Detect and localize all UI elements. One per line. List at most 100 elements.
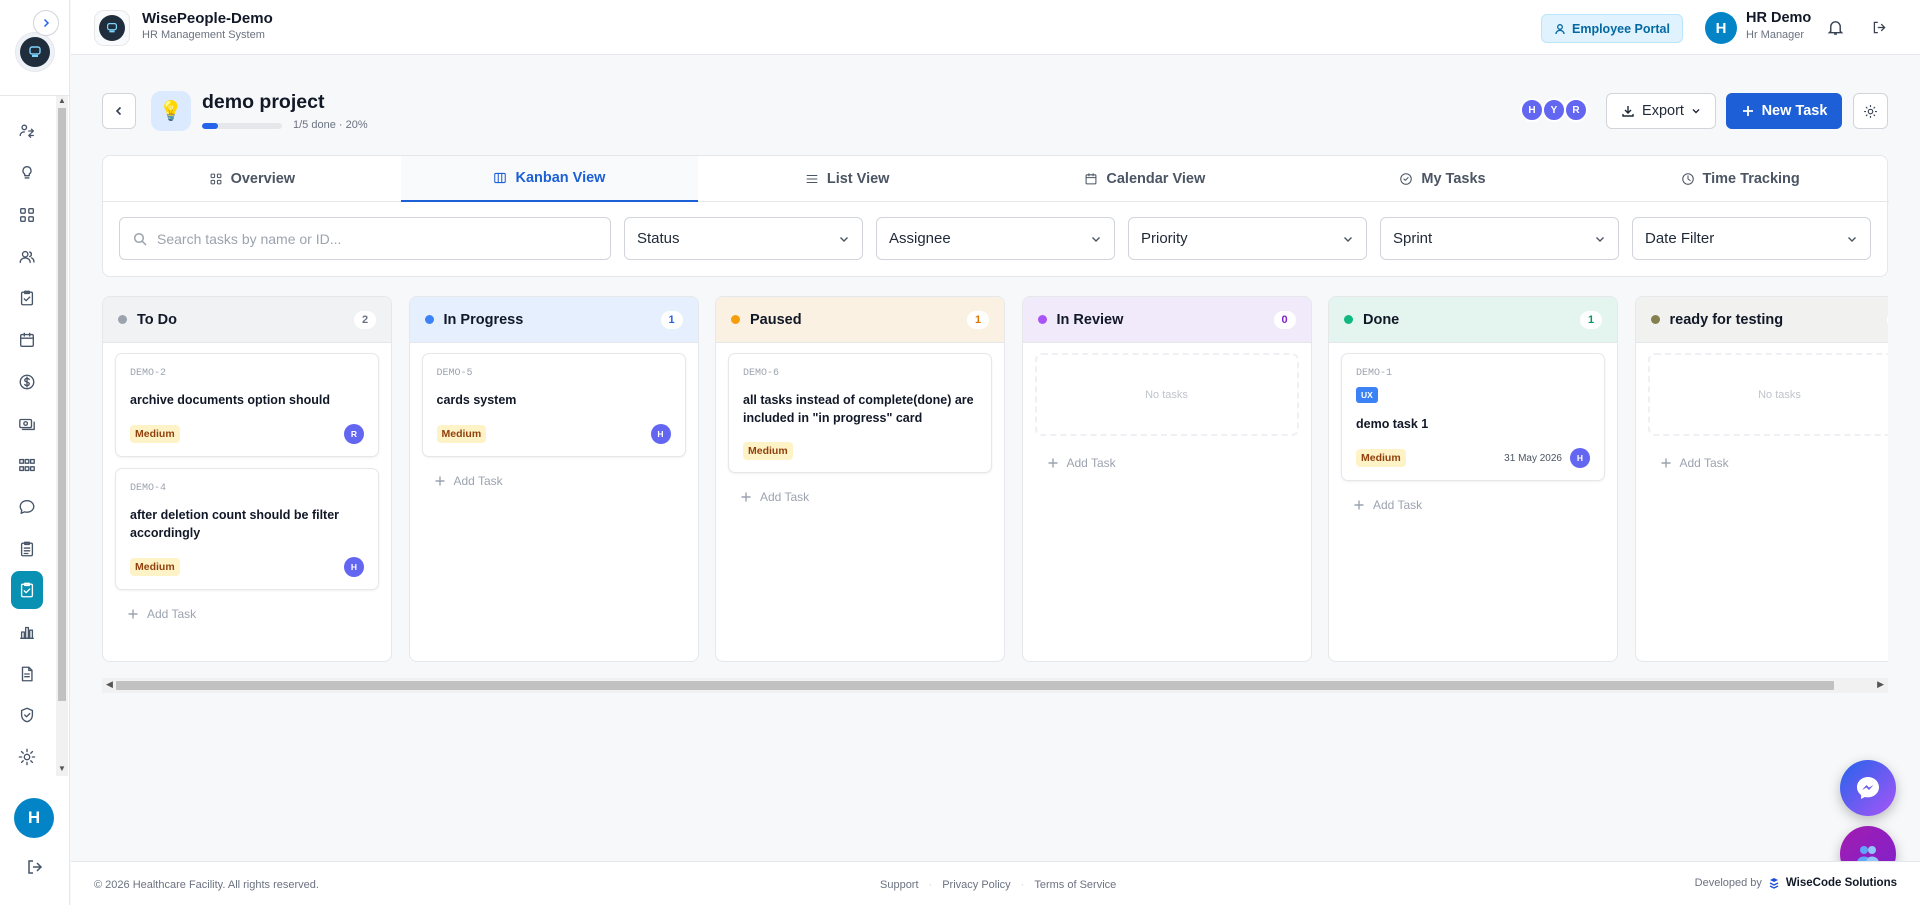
assignee-filter-label: Assignee	[889, 230, 951, 247]
sidebar-item-calendar[interactable]	[11, 324, 43, 356]
tab-overview[interactable]: Overview	[103, 156, 401, 202]
project-lightbulb-icon: 💡	[151, 91, 191, 131]
sidebar-item-dollar[interactable]	[11, 366, 43, 398]
new-task-button[interactable]: New Task	[1726, 93, 1842, 129]
priority-filter-label: Priority	[1141, 230, 1188, 247]
footer-link-support[interactable]: Support	[880, 879, 919, 891]
plus-icon	[435, 476, 444, 486]
tab-kanban-view[interactable]: Kanban View	[400, 156, 699, 202]
column-title: In Progress	[443, 311, 524, 328]
sidebar-item-org[interactable]	[11, 449, 43, 481]
sidebar-item-grid[interactable]	[11, 199, 43, 231]
chevron-down-icon	[1344, 236, 1352, 242]
priority-badge: Medium	[130, 425, 180, 443]
export-button[interactable]: Export	[1606, 93, 1716, 129]
logout-icon[interactable]	[25, 857, 45, 877]
team-member-avatar[interactable]: R	[1564, 98, 1588, 122]
task-id: DEMO-4	[130, 483, 167, 494]
add-task-label: Add Task	[453, 474, 503, 488]
task-card[interactable]: DEMO-2 archive documents option should Med…	[115, 353, 379, 457]
sidebar-item-clipboard-check[interactable]	[11, 282, 43, 314]
sidebar-item-shield[interactable]	[11, 699, 43, 731]
employee-portal-button[interactable]: Employee Portal	[1541, 14, 1683, 43]
tab-my-tasks[interactable]: My Tasks	[1294, 156, 1592, 202]
sidebar-item-gear[interactable]	[11, 741, 43, 773]
clock-icon	[1681, 172, 1695, 186]
org-icon	[18, 456, 36, 474]
team-avatars[interactable]: HYR	[1520, 98, 1588, 122]
download-icon	[1622, 106, 1634, 117]
empty-column-placeholder: No tasks	[1647, 353, 1888, 436]
add-task-button[interactable]: Add Task	[728, 484, 992, 504]
app-title: WisePeople-Demo	[142, 10, 273, 27]
add-task-button[interactable]: Add Task	[115, 601, 379, 621]
sidebar-item-tasks[interactable]	[11, 571, 43, 609]
task-search[interactable]	[119, 217, 611, 260]
task-card[interactable]: DEMO-1 UX demo task 1 Medium 31 May 2026 H	[1341, 353, 1605, 481]
search-input[interactable]	[157, 230, 597, 247]
project-title: demo project	[202, 91, 325, 113]
assignee-filter[interactable]: Assignee	[876, 217, 1115, 260]
column-body: No tasks Add Task	[1023, 343, 1311, 480]
add-task-label: Add Task	[147, 607, 197, 621]
exit-icon[interactable]	[1871, 19, 1888, 36]
sidebar-item-document[interactable]	[11, 658, 43, 690]
tab-label: Time Tracking	[1702, 171, 1800, 187]
tab-list-view[interactable]: List View	[698, 156, 996, 202]
kanban-column-to-do: To Do 2 DEMO-2 archive documents option sho…	[102, 296, 392, 662]
user-icon	[1555, 23, 1565, 34]
sprint-filter[interactable]: Sprint	[1380, 217, 1619, 260]
team-member-avatar[interactable]: Y	[1542, 98, 1566, 122]
status-filter[interactable]: Status	[624, 217, 863, 260]
sidebar-expand-button[interactable]	[33, 10, 59, 36]
column-title: Paused	[750, 311, 802, 328]
task-card[interactable]: DEMO-4 after deletion count should be fil…	[115, 468, 379, 590]
team-member-avatar[interactable]: H	[1520, 98, 1544, 122]
sidebar-item-users[interactable]	[11, 241, 43, 273]
column-body: DEMO-5 cards system Medium H Add Task	[410, 343, 698, 498]
wisecode-logo-icon	[1769, 878, 1779, 889]
sidebar-avatar[interactable]: H	[14, 798, 54, 838]
export-label: Export	[1642, 103, 1684, 119]
sidebar-item-bar-chart[interactable]	[11, 616, 43, 648]
task-id: DEMO-6	[743, 368, 780, 379]
sprint-filter-label: Sprint	[1393, 230, 1433, 247]
tab-calendar-view[interactable]: Calendar View	[996, 156, 1294, 202]
kanban-column-ready-for-testing: ready for testing No tasks Add Task	[1634, 296, 1889, 662]
assignee-avatar[interactable]: H	[1570, 448, 1590, 468]
sidebar-item-cash[interactable]	[11, 408, 43, 440]
column-body: DEMO-6 all tasks instead of complete(done…	[716, 343, 1004, 514]
developer-company[interactable]: WiseCode Solutions	[1786, 877, 1897, 889]
user-avatar[interactable]: H	[1705, 12, 1737, 44]
sidebar-item-clipboard[interactable]	[11, 533, 43, 565]
task-card[interactable]: DEMO-6 all tasks instead of complete(done…	[728, 353, 992, 473]
column-title: To Do	[137, 311, 177, 328]
add-task-label: Add Task	[760, 490, 810, 504]
add-task-button[interactable]: Add Task	[1035, 450, 1299, 470]
footer-link-privacy[interactable]: Privacy Policy	[942, 879, 1010, 891]
sidebar-item-lightbulb[interactable]	[11, 157, 43, 189]
sidebar-scrollbar[interactable]: ▲ ▼	[56, 96, 68, 776]
project-settings-button[interactable]	[1853, 93, 1888, 129]
new-task-label: New Task	[1761, 103, 1828, 119]
sidebar-item-chat[interactable]	[11, 491, 43, 523]
assignee-avatar[interactable]: R	[344, 424, 364, 444]
assignee-avatar[interactable]: H	[650, 424, 671, 444]
bell-icon[interactable]	[1827, 19, 1844, 36]
add-task-button[interactable]: Add Task	[1648, 450, 1889, 470]
date-filter[interactable]: Date Filter	[1632, 217, 1871, 260]
priority-filter[interactable]: Priority	[1128, 217, 1367, 260]
board-horizontal-scrollbar[interactable]: ◀ ▶	[102, 678, 1888, 693]
assignee-avatar[interactable]: H	[344, 557, 364, 577]
column-header: ready for testing	[1635, 297, 1888, 343]
footer-link-terms[interactable]: Terms of Service	[1034, 879, 1116, 891]
sidebar-item-users-switch[interactable]	[11, 115, 43, 147]
add-task-button[interactable]: Add Task	[1341, 492, 1605, 512]
back-button[interactable]	[102, 93, 136, 129]
task-card[interactable]: DEMO-5 cards system Medium H	[421, 353, 686, 457]
add-task-button[interactable]: Add Task	[422, 468, 686, 488]
top-header: WisePeople-Demo HR Management System Emp…	[71, 0, 1920, 55]
messenger-chat-button[interactable]	[1840, 760, 1896, 816]
tab-time-tracking[interactable]: Time Tracking	[1591, 156, 1889, 202]
status-filter-label: Status	[637, 230, 680, 247]
